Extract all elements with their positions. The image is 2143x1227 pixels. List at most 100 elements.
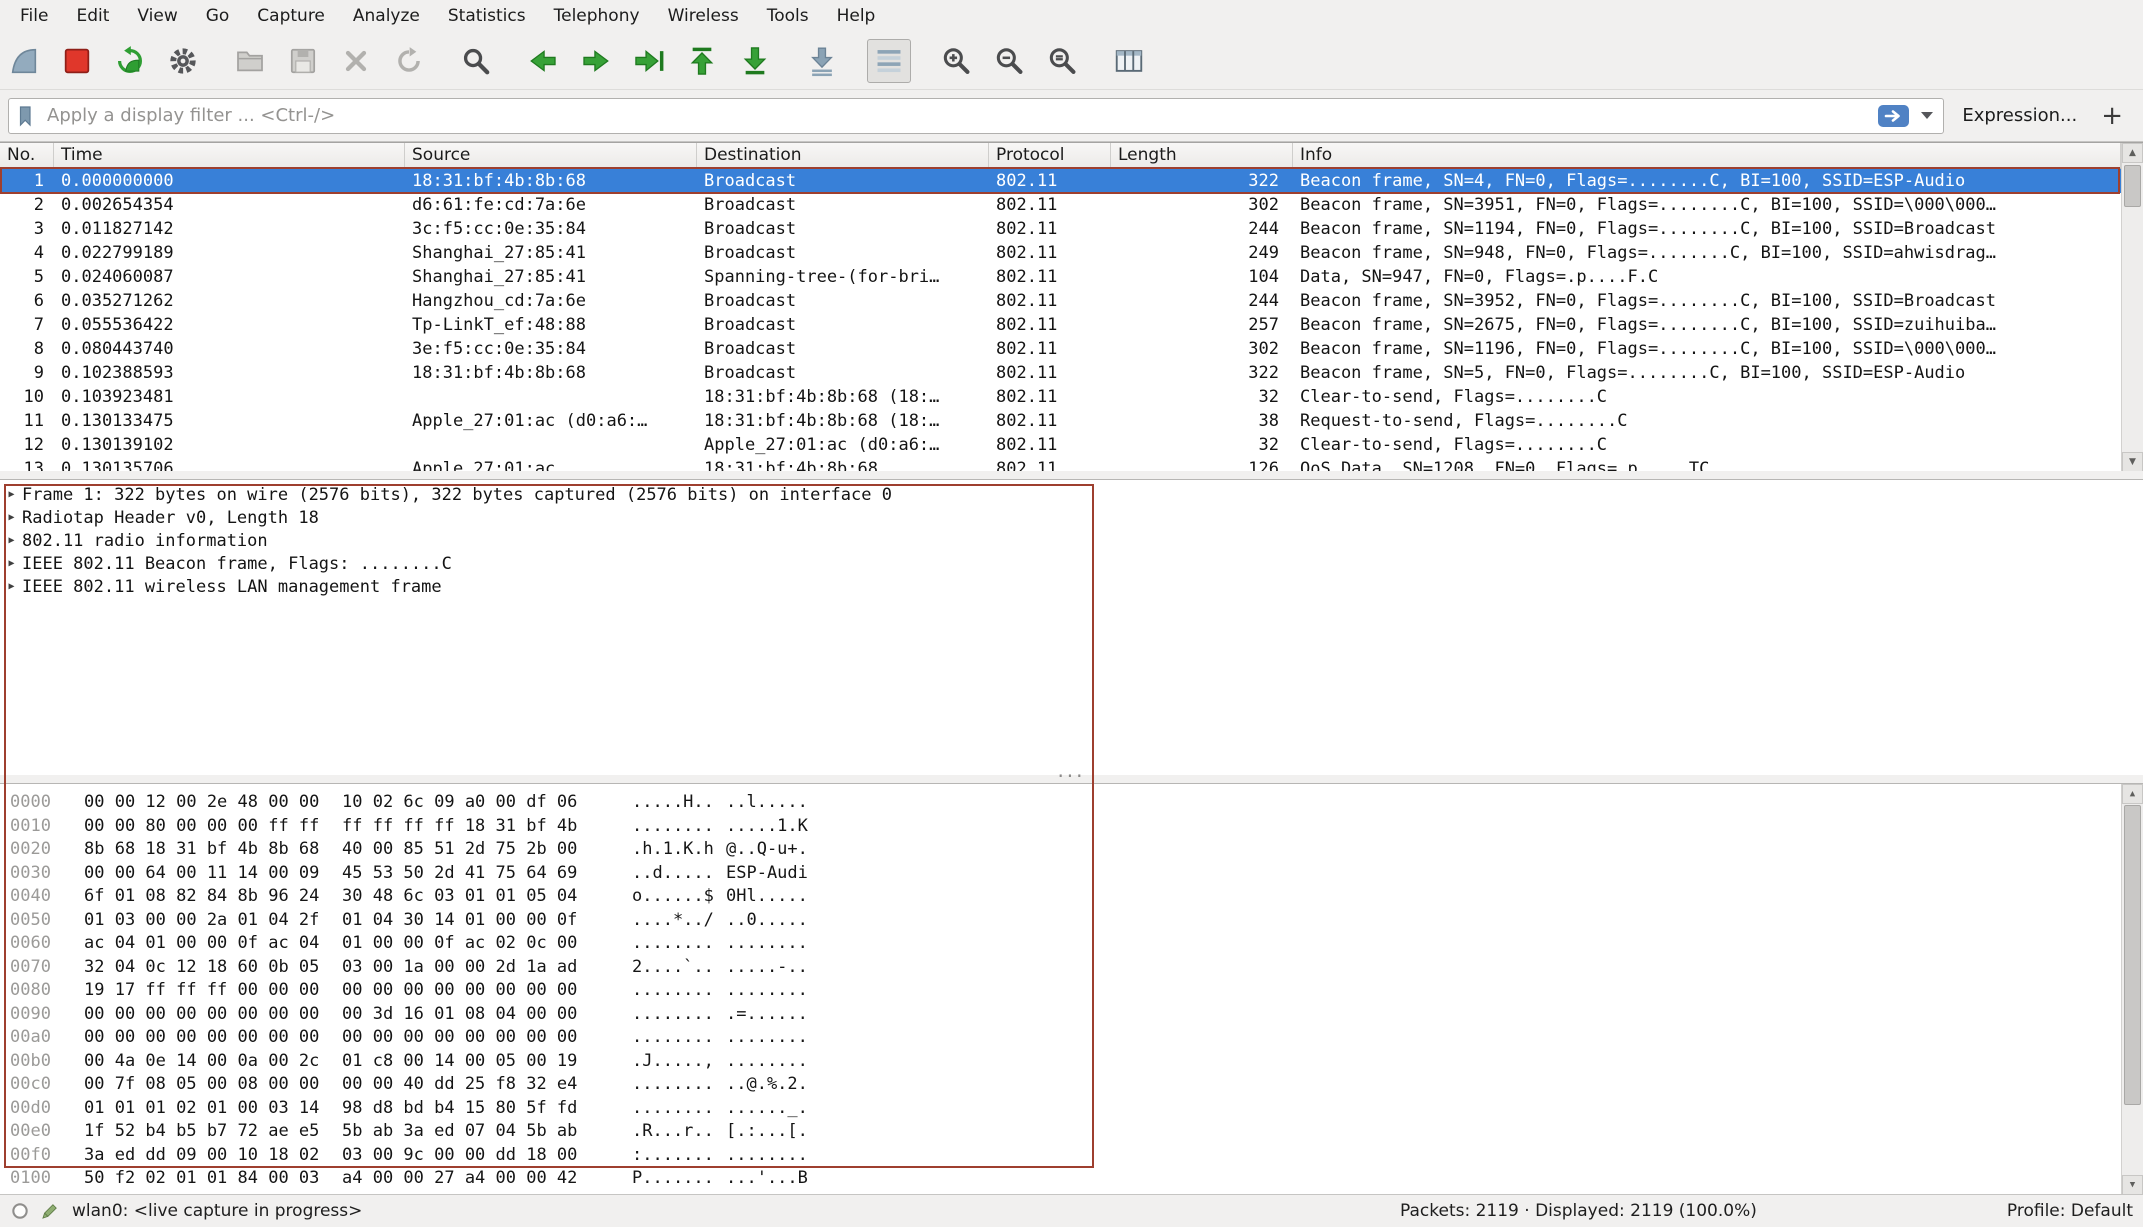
expand-arrow-icon[interactable]: ▶ <box>0 558 18 569</box>
detail-row[interactable]: ▶Radiotap Header v0, Length 18 <box>0 506 2143 529</box>
hex-a1: ........ <box>632 933 718 953</box>
hex-row[interactable]: 008019 17 ff ff ff 00 00 0000 00 00 00 0… <box>10 980 2143 1004</box>
display-filter-input[interactable]: Apply a display filter ... <Ctrl-/> <box>8 98 1944 134</box>
hex-row[interactable]: 000000 00 12 00 2e 48 00 0010 02 6c 09 a… <box>10 792 2143 816</box>
packet-row[interactable]: 130.130135706Apple_27:01:ac18:31:bf:4b:8… <box>0 457 2121 472</box>
packet-bytes-scrollbar[interactable]: ▲ ▼ <box>2121 784 2143 1194</box>
filter-history-chevron-icon[interactable] <box>1921 112 1933 119</box>
hex-row[interactable]: 009000 00 00 00 00 00 00 0000 3d 16 01 0… <box>10 1004 2143 1028</box>
column-header-time[interactable]: Time <box>54 143 405 168</box>
expert-info-button[interactable] <box>8 1199 32 1223</box>
menu-item-file[interactable]: File <box>6 0 62 32</box>
packet-row[interactable]: 10.00000000018:31:bf:4b:8b:68Broadcast80… <box>0 169 2121 193</box>
hex-row[interactable]: 00208b 68 18 31 bf 4b 8b 6840 00 85 51 2… <box>10 839 2143 863</box>
column-header-info[interactable]: Info <box>1293 143 2121 168</box>
column-header-destination[interactable]: Destination <box>697 143 989 168</box>
packet-row[interactable]: 20.002654354d6:61:fe:cd:7a:6eBroadcast80… <box>0 193 2121 217</box>
zoom-out-button[interactable] <box>987 39 1031 83</box>
hex-row[interactable]: 005001 03 00 00 2a 01 04 2f01 04 30 14 0… <box>10 910 2143 934</box>
packet-details-pane[interactable]: ▶Frame 1: 322 bytes on wire (2576 bits),… <box>0 479 2143 775</box>
stop-capture-button[interactable] <box>55 39 99 83</box>
packet-cell-length: 257 <box>1111 315 1293 335</box>
scroll-up-button[interactable]: ▲ <box>2122 784 2143 804</box>
packet-row[interactable]: 60.035271262Hangzhou_cd:7a:6eBroadcast80… <box>0 289 2121 313</box>
menu-item-tools[interactable]: Tools <box>753 0 823 32</box>
hex-a2: ..l..... <box>726 792 808 812</box>
go-back-button[interactable] <box>521 39 565 83</box>
zoom-in-button[interactable] <box>934 39 978 83</box>
resize-columns-button[interactable] <box>1107 39 1151 83</box>
hex-row[interactable]: 00e01f 52 b4 b5 b7 72 ae e55b ab 3a ed 0… <box>10 1121 2143 1145</box>
hex-h1: 01 03 00 00 2a 01 04 2f <box>84 910 324 930</box>
start-capture-button[interactable] <box>2 39 46 83</box>
detail-row[interactable]: ▶Frame 1: 322 bytes on wire (2576 bits),… <box>0 483 2143 506</box>
go-first-button[interactable] <box>680 39 724 83</box>
auto-scroll-button[interactable] <box>800 39 844 83</box>
hex-row[interactable]: 010050 f2 02 01 01 84 00 03a4 00 00 27 a… <box>10 1168 2143 1192</box>
details-bytes-splitter[interactable]: ··· <box>0 775 2143 783</box>
scroll-thumb[interactable] <box>2124 805 2141 1105</box>
expand-arrow-icon[interactable]: ▶ <box>0 581 18 592</box>
hex-row[interactable]: 00a000 00 00 00 00 00 00 0000 00 00 00 0… <box>10 1027 2143 1051</box>
packet-row[interactable]: 90.10238859318:31:bf:4b:8b:68Broadcast80… <box>0 361 2121 385</box>
scroll-up-button[interactable]: ▲ <box>2122 143 2143 163</box>
expand-arrow-icon[interactable]: ▶ <box>0 535 18 546</box>
menu-item-statistics[interactable]: Statistics <box>434 0 540 32</box>
menu-item-edit[interactable]: Edit <box>62 0 123 32</box>
expand-arrow-icon[interactable]: ▶ <box>0 512 18 523</box>
hex-h1: ac 04 01 00 00 0f ac 04 <box>84 933 324 953</box>
hex-row[interactable]: 001000 00 80 00 00 00 ff ffff ff ff ff 1… <box>10 816 2143 840</box>
packet-row[interactable]: 70.055536422Tp-LinkT_ef:48:88Broadcast80… <box>0 313 2121 337</box>
menu-item-view[interactable]: View <box>123 0 191 32</box>
hex-row[interactable]: 00d001 01 01 02 01 00 03 1498 d8 bd b4 1… <box>10 1098 2143 1122</box>
menu-item-go[interactable]: Go <box>192 0 244 32</box>
go-forward-button[interactable] <box>574 39 618 83</box>
menu-item-help[interactable]: Help <box>823 0 890 32</box>
column-header-source[interactable]: Source <box>405 143 697 168</box>
filter-bookmark-icon[interactable] <box>15 104 39 128</box>
hex-row[interactable]: 00c000 7f 08 05 00 08 00 0000 00 40 dd 2… <box>10 1074 2143 1098</box>
column-header-length[interactable]: Length <box>1111 143 1293 168</box>
profile-indicator[interactable]: Profile: Default <box>2007 1201 2133 1221</box>
zoom-reset-button[interactable] <box>1040 39 1084 83</box>
column-header-no[interactable]: No. <box>0 143 54 168</box>
column-header-protocol[interactable]: Protocol <box>989 143 1111 168</box>
expression-button[interactable]: Expression... <box>1962 105 2077 126</box>
add-filter-button[interactable]: + <box>2095 103 2129 129</box>
hex-row[interactable]: 007032 04 0c 12 18 60 0b 0503 00 1a 00 0… <box>10 957 2143 981</box>
filter-apply-button[interactable] <box>1877 103 1911 129</box>
detail-row[interactable]: ▶IEEE 802.11 wireless LAN management fra… <box>0 575 2143 598</box>
hex-row[interactable]: 00406f 01 08 82 84 8b 96 2430 48 6c 03 0… <box>10 886 2143 910</box>
packet-bytes-pane[interactable]: 000000 00 12 00 2e 48 00 0010 02 6c 09 a… <box>0 783 2143 1194</box>
scroll-thumb[interactable] <box>2124 165 2141 207</box>
hex-row[interactable]: 00f03a ed dd 09 00 10 18 0203 00 9c 00 0… <box>10 1145 2143 1169</box>
capture-comment-button[interactable] <box>38 1199 62 1223</box>
menu-item-wireless[interactable]: Wireless <box>654 0 753 32</box>
scroll-down-button[interactable]: ▼ <box>2122 1175 2143 1194</box>
packet-row[interactable]: 80.0804437403e:f5:cc:0e:35:84Broadcast80… <box>0 337 2121 361</box>
packet-row[interactable]: 30.0118271423c:f5:cc:0e:35:84Broadcast80… <box>0 217 2121 241</box>
packet-row[interactable]: 100.10392348118:31:bf:4b:8b:68 (18:…802.… <box>0 385 2121 409</box>
go-last-button[interactable] <box>733 39 777 83</box>
hex-row[interactable]: 003000 00 64 00 11 14 00 0945 53 50 2d 4… <box>10 863 2143 887</box>
detail-row[interactable]: ▶IEEE 802.11 Beacon frame, Flags: ......… <box>0 552 2143 575</box>
expand-arrow-icon[interactable]: ▶ <box>0 489 18 500</box>
go-to-packet-button[interactable] <box>627 39 671 83</box>
detail-row[interactable]: ▶802.11 radio information <box>0 529 2143 552</box>
packet-row[interactable]: 50.024060087Shanghai_27:85:41Spanning-tr… <box>0 265 2121 289</box>
find-packet-button[interactable] <box>454 39 498 83</box>
menu-item-analyze[interactable]: Analyze <box>339 0 434 32</box>
menu-item-telephony[interactable]: Telephony <box>540 0 654 32</box>
packet-row[interactable]: 110.130133475Apple_27:01:ac (d0:a6:…18:3… <box>0 409 2121 433</box>
list-details-splitter[interactable] <box>0 471 2143 479</box>
colorize-button[interactable] <box>867 39 911 83</box>
packet-row[interactable]: 40.022799189Shanghai_27:85:41Broadcast80… <box>0 241 2121 265</box>
capture-options-button[interactable] <box>161 39 205 83</box>
packet-row[interactable]: 120.130139102Apple_27:01:ac (d0:a6:…802.… <box>0 433 2121 457</box>
packet-list-scrollbar[interactable]: ▲ ▼ <box>2121 143 2143 472</box>
restart-capture-button[interactable] <box>108 39 152 83</box>
hex-row[interactable]: 0060ac 04 01 00 00 0f ac 0401 00 00 0f a… <box>10 933 2143 957</box>
hex-row[interactable]: 00b000 4a 0e 14 00 0a 00 2c01 c8 00 14 0… <box>10 1051 2143 1075</box>
scroll-down-button[interactable]: ▼ <box>2122 452 2143 472</box>
menu-item-capture[interactable]: Capture <box>243 0 339 32</box>
